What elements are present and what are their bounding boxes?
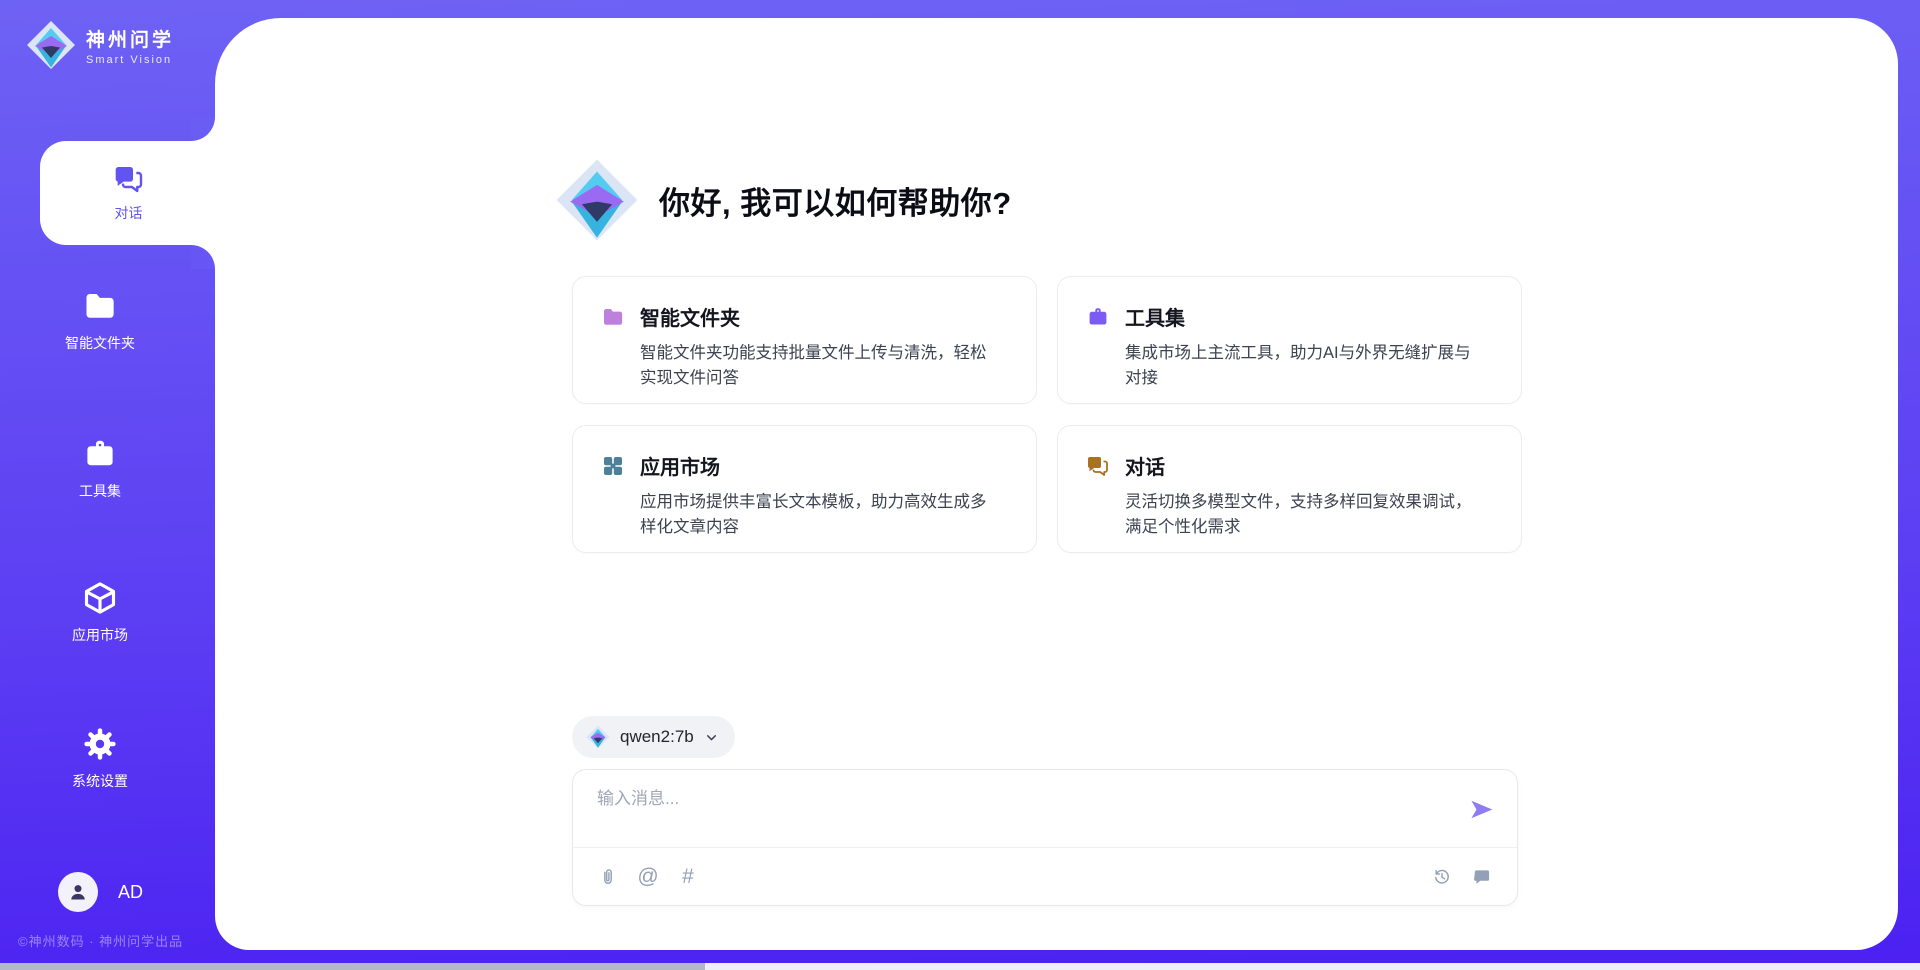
card-title: 对话 (1125, 451, 1165, 480)
tab-curve-top (191, 117, 215, 141)
toolbox-icon (82, 436, 118, 472)
sidebar-item-chat[interactable]: 对话 (40, 141, 217, 245)
send-icon (1468, 796, 1495, 823)
mention-button[interactable]: @ (637, 866, 659, 888)
card-description: 智能文件夹功能支持批量文件上传与清洗，轻松实现文件问答 (640, 341, 1008, 391)
history-icon (1432, 867, 1452, 887)
card-toolset[interactable]: 工具集 集成市场上主流工具，助力AI与外界无缝扩展与对接 (1057, 276, 1522, 404)
send-button[interactable] (1468, 796, 1495, 823)
card-chat[interactable]: 对话 灵活切换多模型文件，支持多样回复效果调试，满足个性化需求 (1057, 425, 1522, 553)
welcome-logo-icon (555, 158, 639, 242)
sidebar-item-toolset[interactable]: 工具集 (0, 436, 200, 501)
brand-subtitle: Smart Vision (86, 54, 174, 66)
welcome-header: 你好, 我可以如何帮助你? (555, 158, 1012, 242)
model-logo-icon (586, 725, 610, 749)
sidebar-item-app-market[interactable]: 应用市场 (0, 580, 200, 645)
card-description: 应用市场提供丰富长文本模板，助力高效生成多样化文章内容 (640, 490, 1008, 540)
gear-icon (82, 726, 118, 762)
card-smart-folder[interactable]: 智能文件夹 智能文件夹功能支持批量文件上传与清洗，轻松实现文件问答 (572, 276, 1037, 404)
model-name: qwen2:7b (620, 727, 694, 747)
feedback-button[interactable] (1471, 866, 1493, 888)
card-app-market[interactable]: 应用市场 应用市场提供丰富长文本模板，助力高效生成多样化文章内容 (572, 425, 1037, 553)
at-icon: @ (637, 866, 658, 887)
brand-logo-icon (26, 20, 76, 70)
user-profile[interactable]: AD (58, 872, 143, 912)
main-panel: 你好, 我可以如何帮助你? 智能文件夹 智能文件夹功能支持批量文件上传与清洗，轻… (215, 18, 1898, 950)
person-icon (66, 880, 90, 904)
avatar (58, 872, 98, 912)
folder-icon (82, 288, 118, 324)
sidebar-item-label: 对话 (115, 203, 143, 223)
sidebar-item-label: 智能文件夹 (65, 333, 135, 353)
brand-name: 神州问学 (86, 25, 174, 52)
sidebar-item-settings[interactable]: 系统设置 (0, 726, 200, 791)
history-button[interactable] (1431, 866, 1453, 888)
folder-icon (601, 305, 625, 329)
paperclip-icon (598, 867, 618, 887)
feature-cards: 智能文件夹 智能文件夹功能支持批量文件上传与清洗，轻松实现文件问答 工具集 集成… (572, 276, 1522, 553)
topic-button[interactable]: # (677, 866, 699, 888)
scrollbar-thumb[interactable] (0, 963, 705, 970)
message-input[interactable] (573, 770, 1517, 846)
card-title: 工具集 (1125, 302, 1185, 331)
sidebar: 神州问学 Smart Vision 对话 智能文件夹 工具集 应用市场 系统设置… (0, 0, 215, 970)
card-title: 应用市场 (640, 451, 720, 480)
user-initials: AD (118, 882, 143, 903)
attachment-button[interactable] (597, 866, 619, 888)
sidebar-item-smart-folder[interactable]: 智能文件夹 (0, 288, 200, 353)
message-composer: @ # (572, 769, 1518, 906)
chat-bubble-icon (1472, 867, 1492, 887)
cube-icon (82, 580, 118, 616)
chat-icon (1086, 454, 1110, 478)
composer-toolbar: @ # (597, 847, 1493, 906)
card-title: 智能文件夹 (640, 302, 740, 331)
copyright-text: ©神州数码 · 神州问学出品 (18, 931, 183, 950)
toolbox-icon (1086, 305, 1110, 329)
hash-icon: # (682, 866, 694, 887)
welcome-title: 你好, 我可以如何帮助你? (659, 178, 1012, 223)
chat-icon (113, 163, 145, 195)
grid-icon (601, 454, 625, 478)
brand: 神州问学 Smart Vision (26, 20, 174, 70)
chevron-down-icon (704, 730, 719, 745)
sidebar-item-label: 工具集 (79, 481, 121, 501)
card-description: 灵活切换多模型文件，支持多样回复效果调试，满足个性化需求 (1125, 490, 1493, 540)
horizontal-scrollbar[interactable] (0, 963, 1920, 970)
sidebar-item-label: 系统设置 (72, 771, 128, 791)
tab-curve-bottom (191, 245, 215, 269)
sidebar-item-label: 应用市场 (72, 625, 128, 645)
card-description: 集成市场上主流工具，助力AI与外界无缝扩展与对接 (1125, 341, 1493, 391)
model-selector[interactable]: qwen2:7b (572, 716, 735, 758)
